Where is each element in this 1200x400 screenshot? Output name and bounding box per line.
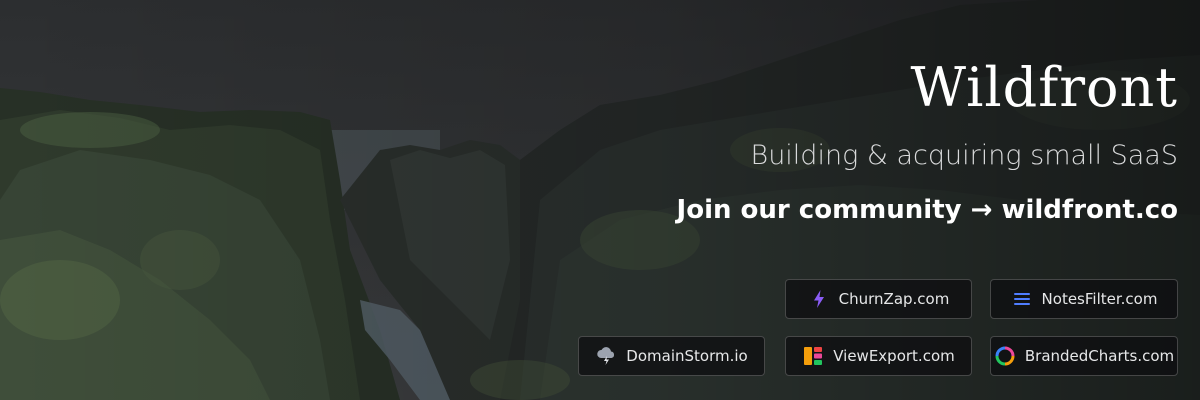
color-ring-icon xyxy=(994,345,1016,367)
storm-cloud-icon xyxy=(595,345,617,367)
product-domainstorm-link[interactable]: DomainStorm.io xyxy=(578,336,765,376)
export-grid-icon xyxy=(802,345,824,367)
product-label: DomainStorm.io xyxy=(626,347,748,365)
brand-title: Wildfront xyxy=(910,56,1178,119)
product-label: ViewExport.com xyxy=(833,347,955,365)
product-label: ChurnZap.com xyxy=(838,290,950,308)
product-brandedcharts-link[interactable]: BrandedCharts.com xyxy=(990,336,1178,376)
product-viewexport-link[interactable]: ViewExport.com xyxy=(785,336,972,376)
product-label: NotesFilter.com xyxy=(1041,290,1158,308)
product-churnzap-link[interactable]: ChurnZap.com xyxy=(785,279,972,319)
brand-subtitle: Building & acquiring small SaaS xyxy=(750,140,1178,171)
banner: Wildfront Building & acquiring small Saa… xyxy=(0,0,1200,400)
filter-lines-icon xyxy=(1011,288,1033,310)
community-link[interactable]: Join our community → wildfront.co xyxy=(677,195,1178,225)
product-notesfilter-link[interactable]: NotesFilter.com xyxy=(990,279,1178,319)
product-label: BrandedCharts.com xyxy=(1024,347,1175,365)
lightning-icon xyxy=(808,288,830,310)
